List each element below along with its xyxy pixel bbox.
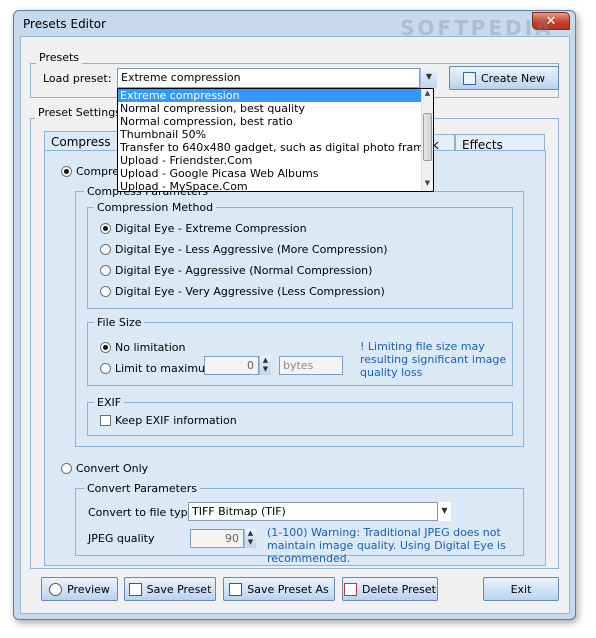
new-preset-icon xyxy=(462,71,476,85)
delete-icon xyxy=(344,582,358,596)
limit-unit-combo[interactable]: bytes xyxy=(279,356,343,375)
dropdown-scrollbar[interactable]: ▲ ▼ xyxy=(421,89,433,191)
convert-only-radio[interactable] xyxy=(61,463,72,474)
save-preset-as-label: Save Preset As xyxy=(247,582,329,596)
limit-stepper[interactable]: ▲ ▼ xyxy=(259,356,271,375)
save-icon xyxy=(128,582,142,596)
tab-compress[interactable]: Compress O xyxy=(44,131,118,163)
delete-preset-button[interactable]: Delete Preset xyxy=(342,577,438,601)
list-item[interactable]: Upload - Friendster.Com xyxy=(118,154,433,167)
list-item[interactable]: Transfer to 640x480 gadget, such as digi… xyxy=(118,141,433,154)
no-limitation-label: No limitation xyxy=(115,341,186,354)
compression-method-title: Compression Method xyxy=(94,201,217,214)
jpeg-quality-label: JPEG quality xyxy=(88,532,155,545)
exif-title: EXIF xyxy=(94,396,125,409)
scroll-up-icon[interactable]: ▲ xyxy=(422,89,433,100)
jpeg-quality-stepper[interactable]: ▲ ▼ xyxy=(244,529,256,548)
jpeg-quality-warning: (1-100) Warning: Traditional JPEG does n… xyxy=(267,526,506,565)
watermark: SOFTPEDIA xyxy=(400,16,554,40)
preset-dropdown-list[interactable]: Extreme compression Normal compression, … xyxy=(117,88,434,192)
presets-group-title: Presets xyxy=(36,51,83,64)
save-preset-as-button[interactable]: Save Preset As xyxy=(223,577,335,601)
create-new-button[interactable]: Create New xyxy=(449,66,559,90)
preview-label: Preview xyxy=(67,582,110,596)
jpeg-quality-input[interactable]: 90 xyxy=(190,529,244,548)
list-item[interactable]: Upload - Google Picasa Web Albums xyxy=(118,167,433,180)
chevron-down-icon[interactable]: ▼ xyxy=(438,502,451,521)
list-item[interactable]: Normal compression, best quality xyxy=(118,102,433,115)
list-item[interactable]: Thumbnail 50% xyxy=(118,128,433,141)
method-radio-aggressive[interactable] xyxy=(100,265,111,276)
file-size-title: File Size xyxy=(94,316,145,329)
list-item[interactable]: Upload - MySpace.Com xyxy=(118,180,433,191)
convert-only-label: Convert Only xyxy=(76,462,149,475)
create-new-label: Create New xyxy=(480,71,546,85)
method-label-very-aggressive: Digital Eye - Very Aggressive (Less Comp… xyxy=(115,285,385,298)
method-label-aggressive: Digital Eye - Aggressive (Normal Compres… xyxy=(115,264,373,277)
convert-parameters-title: Convert Parameters xyxy=(84,482,200,495)
list-item[interactable]: Normal compression, best ratio xyxy=(118,115,433,128)
keep-exif-checkbox[interactable] xyxy=(100,415,111,426)
preview-button[interactable]: Preview xyxy=(41,577,118,601)
file-type-label: Convert to file type xyxy=(88,506,195,519)
no-limitation-radio[interactable] xyxy=(100,342,111,353)
method-radio-extreme[interactable] xyxy=(100,223,111,234)
exit-button[interactable]: Exit xyxy=(483,577,559,601)
method-label-extreme: Digital Eye - Extreme Compression xyxy=(115,222,307,235)
chevron-down-icon[interactable]: ▼ xyxy=(420,68,437,88)
tab-effects[interactable]: Effects xyxy=(455,134,545,152)
file-size-warning: ! Limiting file size may resulting signi… xyxy=(360,340,507,379)
load-preset-combo[interactable]: Extreme compression xyxy=(117,68,420,88)
method-radio-very-aggressive[interactable] xyxy=(100,286,111,297)
list-item[interactable]: Extreme compression xyxy=(118,89,433,102)
magnifier-icon xyxy=(49,582,63,596)
scroll-down-icon[interactable]: ▼ xyxy=(422,179,433,190)
method-radio-less-aggressive[interactable] xyxy=(100,244,111,255)
keep-exif-label: Keep EXIF information xyxy=(115,414,237,427)
limit-max-radio[interactable] xyxy=(100,363,111,374)
scrollbar-thumb[interactable] xyxy=(423,113,432,161)
save-as-icon xyxy=(229,582,243,596)
method-label-less-aggressive: Digital Eye - Less Aggressive (More Comp… xyxy=(115,243,388,256)
load-preset-label: Load preset: xyxy=(43,72,112,85)
compress-radio[interactable] xyxy=(61,166,72,177)
limit-max-label: Limit to maximum xyxy=(115,362,216,375)
window-title: Presets Editor xyxy=(23,17,106,31)
limit-value-input[interactable]: 0 xyxy=(204,356,259,375)
preset-settings-title: Preset Settings xyxy=(35,106,124,119)
delete-preset-label: Delete Preset xyxy=(362,582,436,596)
save-preset-button[interactable]: Save Preset xyxy=(124,577,216,601)
save-preset-label: Save Preset xyxy=(146,582,212,596)
file-type-combo[interactable]: TIFF Bitmap (TIF) xyxy=(188,502,438,521)
